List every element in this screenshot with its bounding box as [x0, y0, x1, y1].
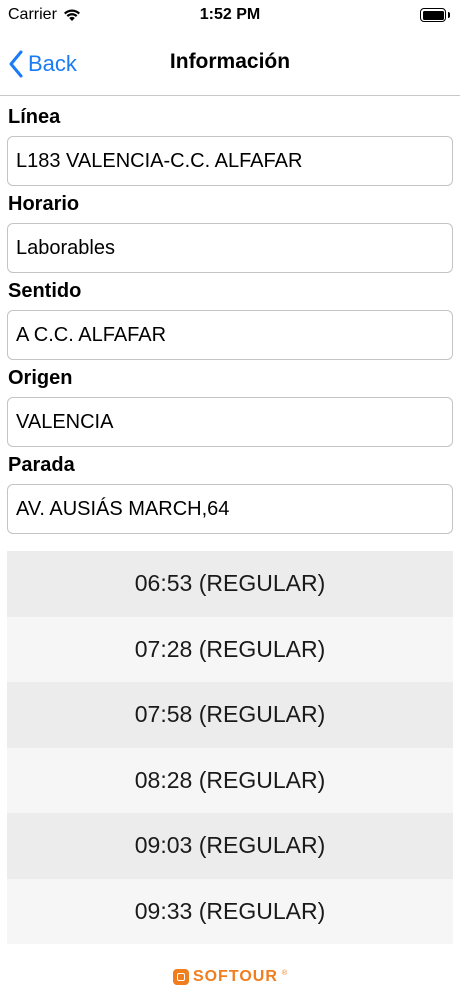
battery-icon [420, 8, 446, 22]
navigation-bar: Back Información [0, 32, 460, 96]
schedule-row[interactable]: 07:58 (REGULAR) [7, 682, 453, 748]
origin-label: Origen [8, 367, 73, 389]
status-time: 1:52 PM [199, 6, 261, 23]
stop-label: Parada [8, 454, 75, 476]
schedule-type-label: Horario [8, 193, 80, 215]
schedule-list[interactable]: 06:53 (REGULAR) 07:28 (REGULAR) 07:58 (R… [7, 551, 453, 944]
schedule-row[interactable]: 09:03 (REGULAR) [7, 813, 453, 879]
battery-cap [447, 12, 450, 18]
schedule-row[interactable]: 07:28 (REGULAR) [7, 616, 453, 682]
status-bar: Carrier 1:52 PM [0, 0, 460, 32]
schedule-type-field[interactable]: Laborables [7, 223, 453, 273]
direction-field[interactable]: A C.C. ALFAFAR [7, 310, 453, 360]
battery-level [422, 10, 444, 20]
origin-field[interactable]: VALENCIA [7, 397, 453, 447]
line-field[interactable]: L183 VALENCIA-C.C. ALFAFAR [7, 136, 453, 186]
line-label: Línea [8, 106, 61, 128]
softour-logo: SOFTOUR ® [0, 968, 460, 986]
schedule-row[interactable]: 09:33 (REGULAR) [7, 878, 453, 944]
logo-registered-mark: ® [281, 970, 288, 977]
logo-text: SOFTOUR [192, 968, 278, 985]
schedule-row[interactable]: 08:28 (REGULAR) [7, 747, 453, 813]
direction-label: Sentido [8, 280, 82, 302]
stop-field[interactable]: AV. AUSIÁS MARCH,64 [7, 484, 453, 534]
page-title: Información [169, 50, 291, 73]
softour-logo-icon [172, 969, 189, 985]
schedule-row[interactable]: 06:53 (REGULAR) [7, 551, 453, 617]
